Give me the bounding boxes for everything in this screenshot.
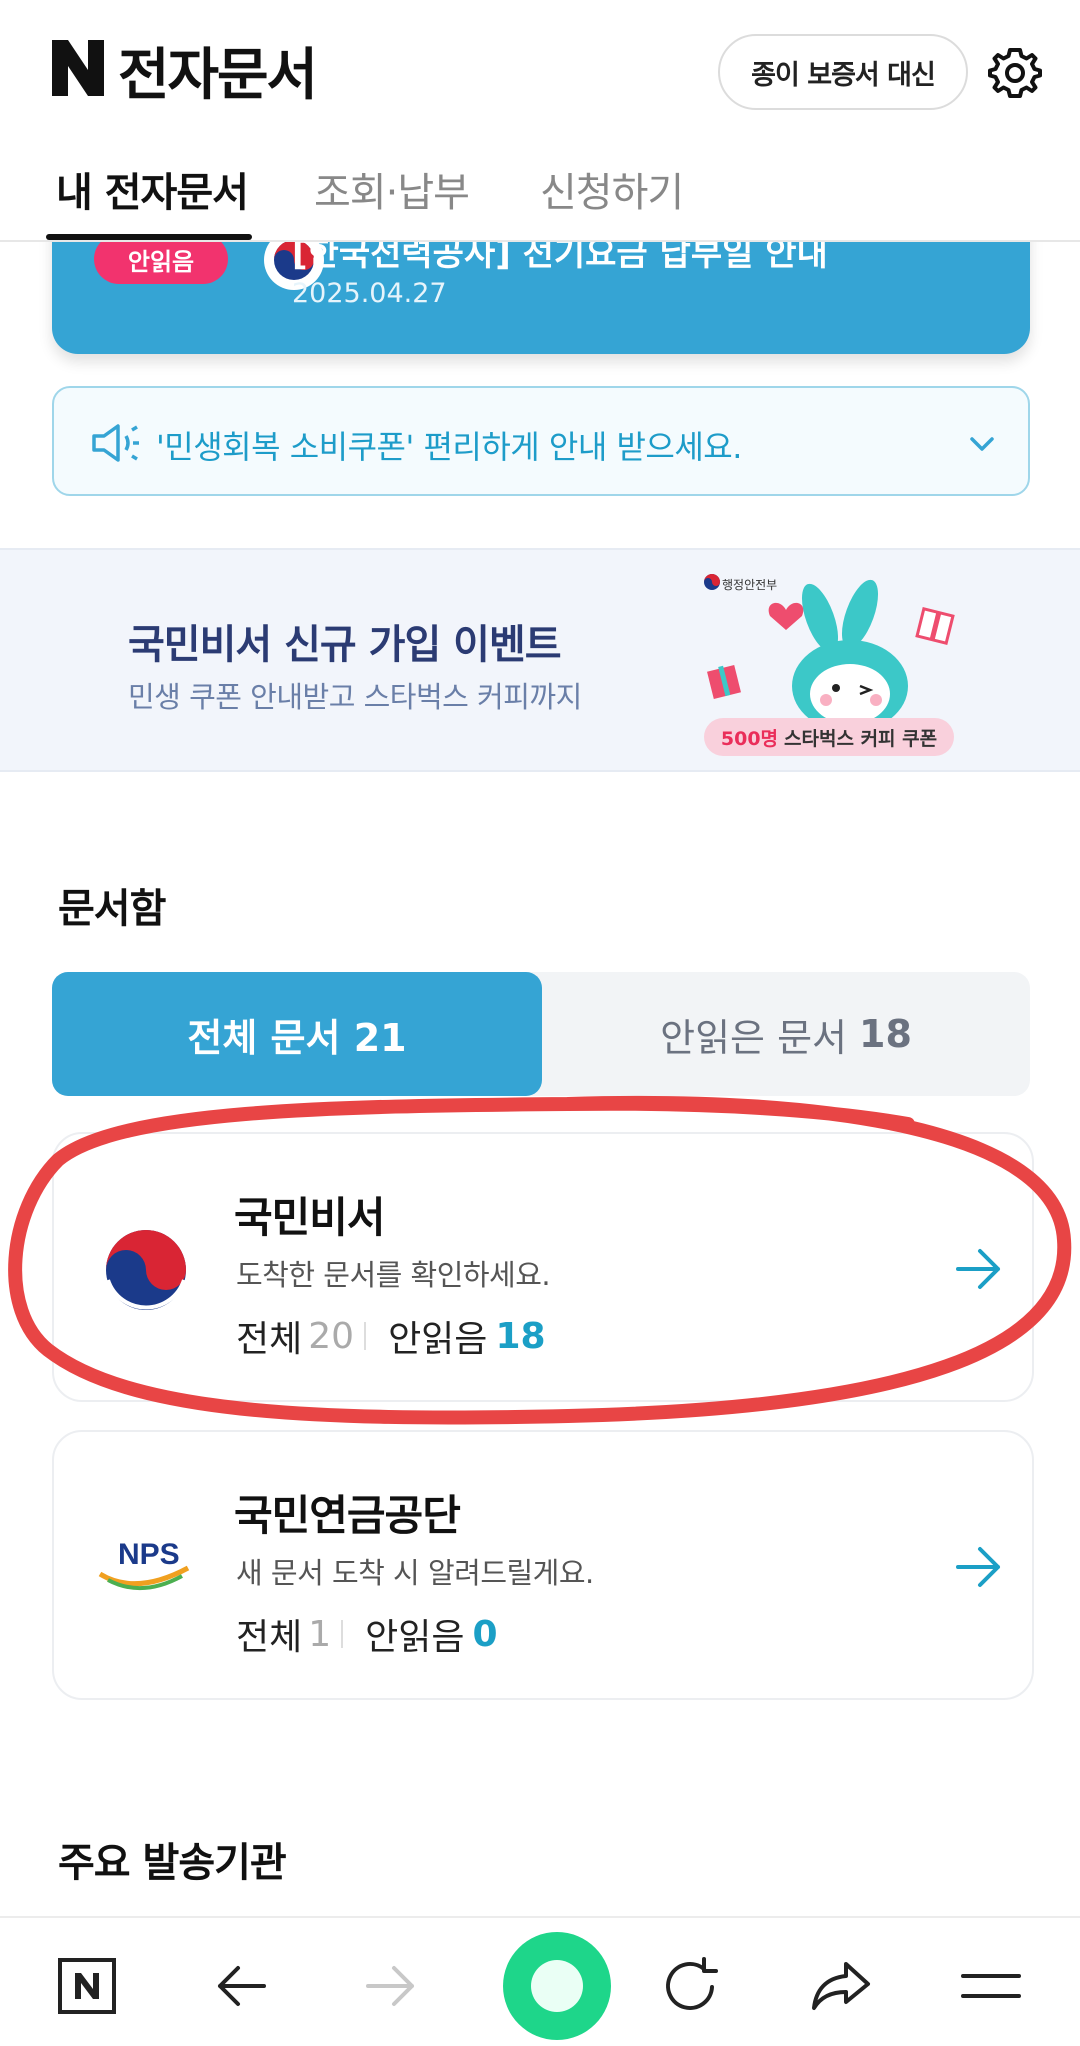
active-tab-indicator bbox=[46, 234, 252, 240]
sender-card-nps[interactable]: NPS 국민연금공단 새 문서 도착 시 알려드릴게요. 전체 1 안읽음 0 bbox=[52, 1430, 1034, 1700]
total-count: 1 bbox=[308, 1613, 332, 1655]
event-subtitle: 민생 쿠폰 안내받고 스타벅스 커피까지 bbox=[128, 680, 582, 714]
sender-name: 국민연금공단 bbox=[234, 1491, 461, 1540]
unread-label: 안읽음 bbox=[365, 1617, 465, 1658]
major-senders-title: 주요 발송기관 bbox=[58, 1840, 287, 1886]
sender-card-national-secretary[interactable]: 국민비서 도착한 문서를 확인하세요. 전체 20 안읽음 18 bbox=[52, 1132, 1034, 1402]
coupon-notice-bar[interactable]: '민생회복 소비쿠폰' 편리하게 안내 받으세요. bbox=[52, 386, 1030, 496]
menu-icon[interactable] bbox=[956, 1954, 1026, 2018]
coupon-text: 스타벅스 커피 쿠폰 bbox=[784, 727, 938, 750]
coupon-count: 500명 bbox=[720, 727, 779, 750]
total-label: 전체 bbox=[236, 1319, 303, 1360]
back-icon[interactable] bbox=[206, 1954, 276, 2018]
stat-divider bbox=[341, 1620, 344, 1648]
stat-divider bbox=[364, 1322, 367, 1350]
sender-stats: 전체 1 안읽음 0 bbox=[236, 1608, 498, 1660]
notice-date: 2025.04.27 bbox=[292, 278, 447, 309]
sender-description: 도착한 문서를 확인하세요. bbox=[236, 1258, 551, 1292]
nps-logo-icon: NPS bbox=[96, 1524, 206, 1604]
unread-documents-label: 안읽은 문서 bbox=[660, 1015, 847, 1060]
all-documents-tab[interactable]: 전체 문서 21 bbox=[52, 972, 542, 1096]
gear-icon[interactable] bbox=[986, 44, 1044, 102]
docbox-title: 문서함 bbox=[58, 886, 166, 932]
arrow-right-icon[interactable] bbox=[954, 1246, 1004, 1292]
sender-description: 새 문서 도착 시 알려드릴게요. bbox=[236, 1556, 594, 1590]
naver-home-icon[interactable] bbox=[52, 1954, 122, 2018]
tab-apply[interactable]: 신청하기 bbox=[540, 160, 684, 218]
app-header: 전자문서 종이 보증서 대신 bbox=[0, 0, 1080, 140]
total-label: 전체 bbox=[236, 1617, 303, 1658]
event-illustration: 행정안전부 500명 스타벅스 커피 쿠폰 bbox=[700, 570, 970, 760]
event-title: 국민비서 신규 가입 이벤트 bbox=[128, 622, 562, 668]
refresh-icon[interactable] bbox=[656, 1954, 726, 2018]
total-count: 20 bbox=[308, 1315, 355, 1357]
coupon-notice-text: '민생회복 소비쿠폰' 편리하게 안내 받으세요. bbox=[156, 428, 742, 466]
nps-logo-text: NPS bbox=[118, 1538, 180, 1571]
green-dot-icon[interactable] bbox=[500, 1932, 614, 2040]
ministry-label: 행정안전부 bbox=[722, 578, 778, 592]
docbox-filter-toggle: 전체 문서 21 안읽은 문서 18 bbox=[52, 972, 1030, 1096]
sender-name: 국민비서 bbox=[234, 1193, 386, 1242]
unread-documents-tab[interactable]: 안읽은 문서 18 bbox=[542, 972, 1030, 1096]
sender-stats: 전체 20 안읽음 18 bbox=[236, 1310, 546, 1362]
unread-count: 0 bbox=[472, 1613, 498, 1655]
unread-documents-count: 18 bbox=[859, 1012, 912, 1056]
share-icon[interactable] bbox=[806, 1954, 876, 2018]
main-tabs: 내 전자문서 조회·납부 신청하기 bbox=[0, 140, 1080, 242]
government-emblem-icon bbox=[106, 1230, 186, 1310]
forward-icon[interactable] bbox=[356, 1954, 426, 2018]
speaker-icon bbox=[92, 424, 139, 462]
unread-label: 안읽음 bbox=[388, 1319, 488, 1360]
arrow-right-icon[interactable] bbox=[954, 1544, 1004, 1590]
browser-bottom-nav bbox=[0, 1916, 1080, 2046]
naver-logo-icon bbox=[52, 40, 104, 96]
coupon-pill: 500명 스타벅스 커피 쿠폰 bbox=[704, 718, 954, 756]
tab-inquiry-payment[interactable]: 조회·납부 bbox=[314, 160, 470, 218]
event-banner[interactable]: 국민비서 신규 가입 이벤트 민생 쿠폰 안내받고 스타벅스 커피까지 행정안전… bbox=[0, 548, 1080, 772]
paper-warranty-button[interactable]: 종이 보증서 대신 bbox=[718, 34, 968, 110]
app-title: 전자문서 bbox=[118, 43, 318, 108]
tab-my-documents[interactable]: 내 전자문서 bbox=[56, 160, 249, 218]
unread-count: 18 bbox=[495, 1315, 546, 1357]
chevron-down-icon[interactable] bbox=[964, 426, 1000, 462]
